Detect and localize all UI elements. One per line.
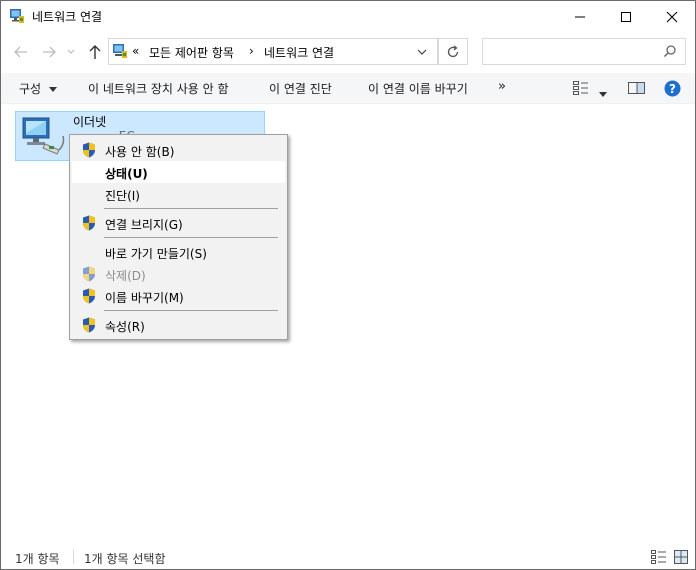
caret-down-icon: [599, 92, 607, 97]
menu-item-delete[interactable]: 삭제(D): [72, 263, 285, 285]
context-menu: 사용 안 함(B) 상태(U) 진단(I) 연결 브리지(G) 바로 가기 만들…: [69, 134, 288, 340]
details-view-button[interactable]: [651, 550, 667, 567]
back-button[interactable]: [11, 42, 31, 62]
menu-item-diagnose[interactable]: 진단(I): [72, 183, 285, 205]
maximize-button[interactable]: [603, 1, 649, 32]
menu-item-bridge-connections[interactable]: 연결 브리지(G): [72, 212, 285, 234]
maximize-icon: [621, 11, 631, 22]
window-title: 네트워크 연결: [32, 10, 103, 24]
close-button[interactable]: [649, 1, 695, 32]
menu-item-label: 사용 안 함(B): [105, 145, 175, 159]
help-icon: ?: [664, 80, 681, 97]
chevron-down-icon: [67, 49, 75, 54]
breadcrumb-overflow[interactable]: «: [132, 44, 139, 58]
menu-item-label: 연결 브리지(G): [105, 218, 183, 232]
network-connections-window: 네트워크 연결 « 모든 제어판 항목 › 네트워크 연결 구성 이 네트워크 …: [0, 0, 696, 570]
breadcrumb-separator[interactable]: ›: [249, 44, 254, 58]
uac-shield-icon: [83, 317, 95, 333]
uac-shield-icon: [83, 215, 95, 231]
large-icons-view-button[interactable]: [674, 550, 688, 567]
ethernet-adapter-icon: [22, 117, 65, 155]
uac-shield-icon: [83, 288, 95, 304]
breadcrumb-network-connections[interactable]: 네트워크 연결: [264, 44, 334, 61]
title-bar: 네트워크 연결: [1, 1, 695, 32]
item-name: 이더넷: [73, 115, 107, 129]
menu-separator: [104, 208, 278, 209]
uac-shield-icon: [83, 266, 95, 282]
recent-locations-button[interactable]: [65, 42, 77, 62]
menu-item-disable[interactable]: 사용 안 함(B): [72, 139, 285, 161]
view-options-dropdown[interactable]: [599, 86, 607, 100]
minimize-icon: [575, 16, 585, 17]
search-input[interactable]: [482, 38, 686, 65]
help-button[interactable]: ?: [664, 80, 681, 100]
diagnose-connection-button[interactable]: 이 연결 진단: [269, 80, 332, 97]
menu-item-label: 진단(I): [105, 189, 140, 203]
status-divider: [73, 550, 74, 564]
change-view-button[interactable]: [573, 81, 589, 98]
command-bar: 구성 이 네트워크 장치 사용 안 함 이 연결 진단 이 연결 이름 바꾸기 …: [1, 73, 695, 104]
minimize-button[interactable]: [557, 1, 603, 32]
disable-device-button[interactable]: 이 네트워크 장치 사용 안 함: [88, 80, 229, 97]
menu-item-status[interactable]: 상태(U): [72, 161, 285, 183]
address-dropdown-chevron-icon[interactable]: [417, 49, 427, 55]
refresh-icon: [447, 44, 459, 57]
details-view-icon: [651, 550, 666, 564]
menu-item-label: 상태(U): [105, 167, 148, 181]
details-view-icon: [573, 81, 588, 95]
rename-connection-button[interactable]: 이 연결 이름 바꾸기: [368, 80, 468, 97]
breadcrumb-all-control-panel-items[interactable]: 모든 제어판 항목: [149, 44, 234, 61]
menu-separator: [104, 237, 278, 238]
refresh-button[interactable]: [438, 38, 468, 65]
arrow-right-icon: [43, 46, 56, 58]
network-connections-app-icon: [10, 9, 24, 23]
menu-item-label: 이름 바꾸기(M): [105, 291, 184, 305]
menu-item-create-shortcut[interactable]: 바로 가기 만들기(S): [72, 241, 285, 263]
large-icons-view-icon: [674, 550, 688, 564]
address-bar[interactable]: « 모든 제어판 항목 › 네트워크 연결: [108, 38, 438, 65]
forward-button[interactable]: [39, 42, 59, 62]
menu-item-label: 속성(R): [105, 320, 145, 334]
organize-menu-button[interactable]: 구성: [19, 80, 57, 97]
preview-pane-icon: [628, 82, 645, 94]
arrow-up-icon: [89, 45, 101, 59]
close-icon: [666, 11, 678, 22]
preview-pane-button[interactable]: [628, 82, 645, 97]
arrow-left-icon: [14, 46, 27, 58]
menu-item-label: 삭제(D): [105, 269, 146, 283]
menu-item-label: 바로 가기 만들기(S): [105, 247, 207, 261]
menu-separator: [104, 310, 278, 311]
uac-shield-icon: [83, 142, 95, 158]
menu-item-rename[interactable]: 이름 바꾸기(M): [72, 285, 285, 307]
up-button[interactable]: [85, 42, 105, 62]
item-count: 1개 항목: [15, 552, 60, 566]
caret-down-icon: [48, 87, 57, 92]
organize-label: 구성: [19, 82, 42, 96]
search-icon[interactable]: [663, 44, 677, 58]
status-bar: 1개 항목 1개 항목 선택함: [1, 545, 695, 569]
selection-count: 1개 항목 선택함: [84, 552, 166, 566]
menu-item-properties[interactable]: 속성(R): [72, 314, 285, 336]
control-panel-location-icon: [113, 44, 127, 58]
more-commands-button[interactable]: »: [498, 79, 506, 94]
svg-text:?: ?: [669, 82, 676, 96]
